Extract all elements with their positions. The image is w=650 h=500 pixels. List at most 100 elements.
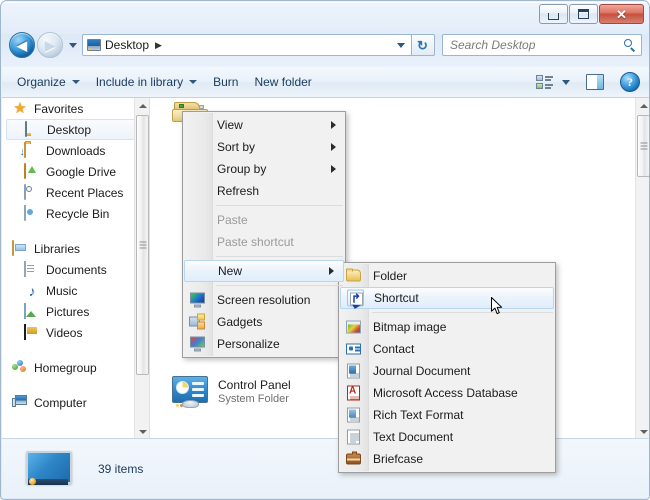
file-list-scrollbar-thumb[interactable]	[637, 115, 650, 177]
list-item[interactable]: Control Panel System Folder	[172, 376, 291, 408]
toolbar-organize-button[interactable]: Organize	[9, 70, 88, 94]
sidebar-group-libraries[interactable]: Libraries	[2, 238, 149, 259]
scroll-up-button[interactable]	[135, 98, 149, 113]
context-menu-item-screen-resolution[interactable]: Screen resolution	[183, 289, 345, 311]
context-menu-item-personalize[interactable]: Personalize	[183, 333, 345, 355]
search-input[interactable]: Search Desktop	[442, 34, 642, 56]
address-bar-input[interactable]: Desktop ▶	[82, 34, 412, 56]
address-dropdown-button[interactable]	[392, 37, 409, 54]
submenu-item-contact[interactable]: Contact	[339, 338, 555, 360]
submenu-item-rich-text-format[interactable]: Rich Text Format	[339, 404, 555, 426]
sidebar-group-label: Homegroup	[34, 361, 97, 375]
sidebar-gap	[2, 378, 149, 392]
context-menu-item-label: Screen resolution	[217, 293, 310, 307]
sidebar-group-homegroup[interactable]: Homegroup	[2, 357, 149, 378]
breadcrumb-chevron-icon[interactable]: ▶	[155, 40, 162, 51]
view-layout-icon[interactable]	[536, 74, 554, 90]
context-menu-item-group-by[interactable]: Group by	[183, 158, 345, 180]
submenu-item-folder[interactable]: Folder	[339, 265, 555, 287]
command-toolbar: Organize Include in library Burn New fol…	[2, 67, 650, 98]
access-database-icon: A	[345, 385, 362, 402]
back-arrow-icon: ◀	[17, 39, 27, 52]
sidebar-group-favorites[interactable]: ★ Favorites	[2, 98, 149, 119]
scroll-up-button[interactable]	[636, 98, 650, 113]
text-document-icon	[345, 429, 362, 446]
sidebar-item-pictures[interactable]: Pictures	[2, 301, 149, 322]
context-menu-item-refresh[interactable]: Refresh	[183, 180, 345, 202]
sidebar-item-label: Google Drive	[46, 165, 116, 179]
close-button[interactable]: ✕	[599, 4, 644, 24]
documents-icon	[24, 262, 40, 278]
preview-pane-icon[interactable]	[586, 74, 604, 90]
sidebar-item-recent-places[interactable]: Recent Places	[2, 182, 149, 203]
sidebar-item-downloads[interactable]: ↓ Downloads	[2, 140, 149, 161]
sidebar-item-recycle-bin[interactable]: Recycle Bin	[2, 203, 149, 224]
submenu-separator	[372, 312, 553, 313]
submenu-item-briefcase[interactable]: Briefcase	[339, 448, 555, 470]
toolbar-item-label: Organize	[17, 75, 66, 89]
rich-text-format-icon	[345, 407, 362, 424]
scroll-down-button[interactable]	[636, 424, 650, 439]
chevron-down-icon	[69, 43, 77, 48]
chevron-down-icon	[139, 430, 147, 434]
recent-places-icon	[24, 185, 40, 201]
nav-arrow-group: ◀ ▶	[9, 32, 63, 58]
sidebar-item-music[interactable]: ♪ Music	[2, 280, 149, 301]
toolbar-burn-button[interactable]: Burn	[205, 70, 246, 94]
sidebar-scrollbar-thumb[interactable]	[136, 115, 149, 375]
search-placeholder: Search Desktop	[450, 38, 623, 52]
context-menu-item-label: New	[218, 264, 242, 278]
context-menu-item-new[interactable]: New	[184, 260, 344, 282]
context-menu-separator	[216, 285, 343, 286]
submenu-item-label: Rich Text Format	[373, 408, 463, 422]
submenu-item-access-database[interactable]: A Microsoft Access Database	[339, 382, 555, 404]
briefcase-icon	[345, 451, 362, 468]
sidebar-scrollbar[interactable]	[134, 98, 149, 439]
context-menu-item-view[interactable]: View	[183, 114, 345, 136]
toolbar-include-in-library-button[interactable]: Include in library	[88, 70, 205, 94]
maximize-button[interactable]	[569, 4, 598, 24]
submenu-item-shortcut[interactable]: ↱ Shortcut	[340, 287, 554, 309]
minimize-button[interactable]	[539, 4, 568, 24]
submenu-item-journal-document[interactable]: Journal Document	[339, 360, 555, 382]
google-drive-icon	[24, 164, 40, 180]
help-icon[interactable]: ?	[620, 72, 640, 92]
chevron-up-icon	[640, 104, 648, 108]
context-menu-item-label: Paste	[217, 213, 248, 227]
submenu-item-text-document[interactable]: Text Document	[339, 426, 555, 448]
sidebar-item-videos[interactable]: Videos	[2, 322, 149, 343]
folder-icon	[345, 268, 362, 285]
submenu-arrow-icon	[331, 165, 336, 173]
sidebar-item-documents[interactable]: Documents	[2, 259, 149, 280]
file-list-scrollbar[interactable]	[635, 98, 650, 439]
sidebar-item-google-drive[interactable]: Google Drive	[2, 161, 149, 182]
submenu-arrow-icon	[331, 121, 336, 129]
chevron-down-icon	[189, 80, 197, 84]
search-icon	[623, 38, 637, 52]
scroll-down-button[interactable]	[135, 424, 149, 439]
scrollbar-grip-icon	[139, 242, 146, 249]
sidebar-group-computer[interactable]: Computer	[2, 392, 149, 413]
context-menu-item-label: Sort by	[217, 140, 255, 154]
submenu-item-label: Folder	[373, 269, 407, 283]
view-dropdown-button[interactable]	[562, 80, 570, 85]
recent-pages-button[interactable]	[66, 43, 80, 48]
sidebar-gap	[2, 224, 149, 238]
personalize-icon	[189, 336, 206, 353]
context-menu-item-gadgets[interactable]: Gadgets	[183, 311, 345, 333]
toolbar-item-label: New folder	[254, 75, 311, 89]
context-menu-item-sort-by[interactable]: Sort by	[183, 136, 345, 158]
refresh-button[interactable]: ↻	[411, 34, 435, 56]
journal-document-icon	[345, 363, 362, 380]
submenu-item-bitmap-image[interactable]: Bitmap image	[339, 316, 555, 338]
minimize-icon	[548, 13, 559, 20]
sidebar-item-desktop[interactable]: Desktop	[6, 119, 145, 140]
forward-button[interactable]: ▶	[37, 32, 63, 58]
back-button[interactable]: ◀	[9, 32, 35, 58]
chevron-down-icon	[397, 43, 405, 48]
list-item-name: Control Panel	[218, 378, 291, 393]
context-menu-separator	[216, 256, 343, 257]
breadcrumb[interactable]: Desktop ▶	[85, 36, 168, 54]
submenu-item-label: Text Document	[373, 430, 453, 444]
toolbar-new-folder-button[interactable]: New folder	[246, 70, 319, 94]
